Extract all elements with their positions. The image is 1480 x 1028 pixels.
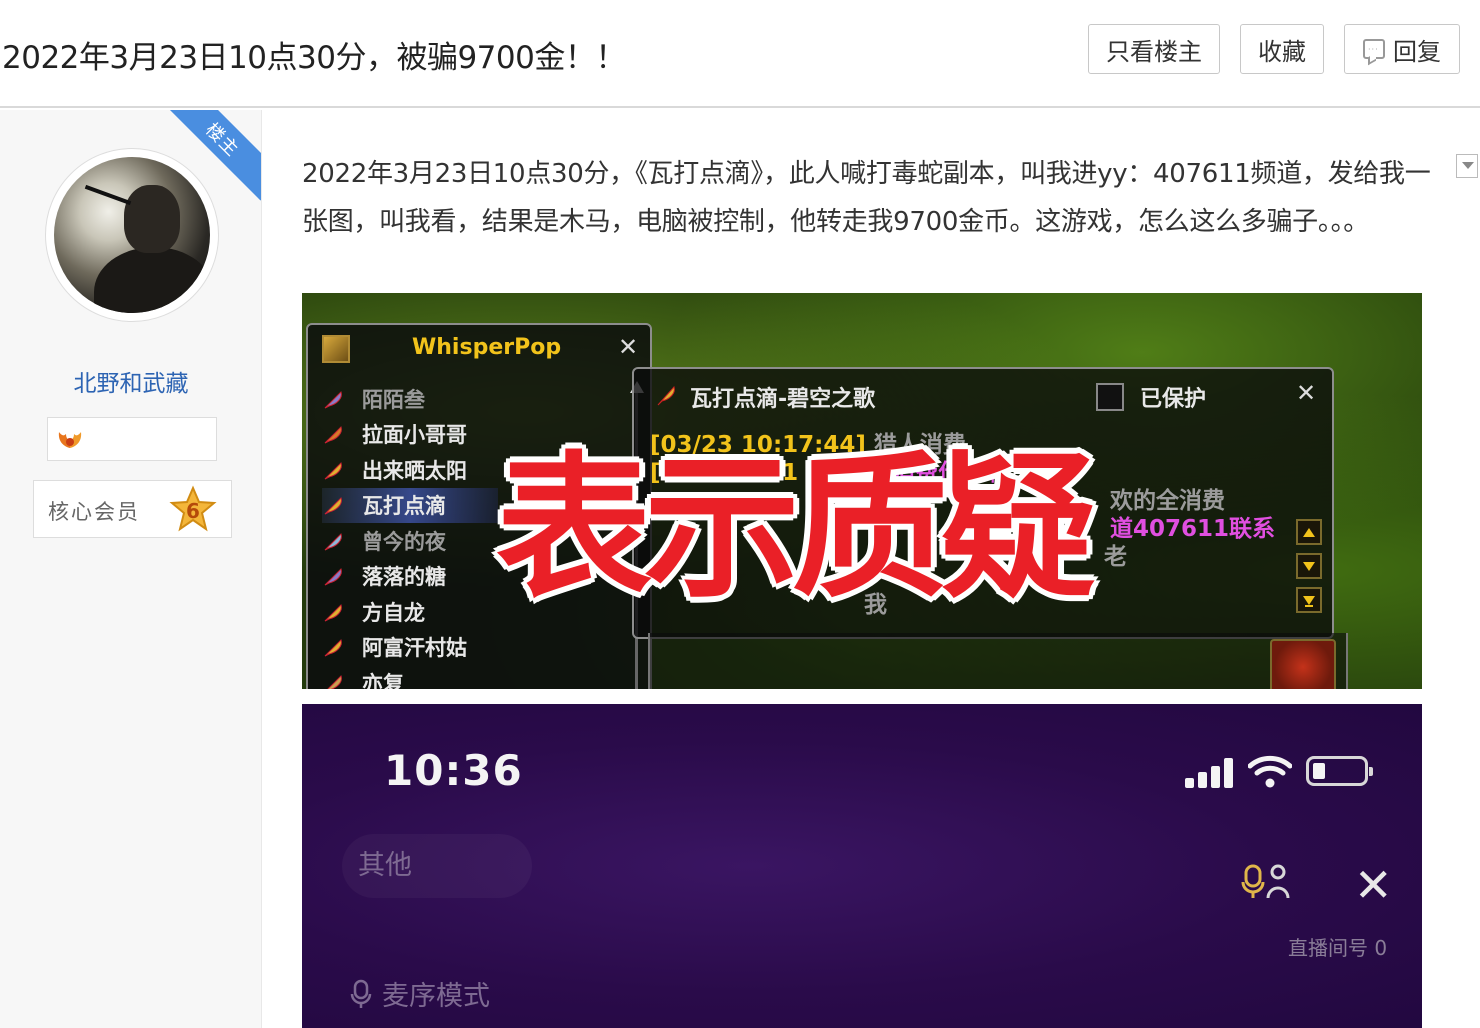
category-tag: 其他 xyxy=(342,834,532,898)
whisperpop-logo-icon xyxy=(322,335,350,363)
close-icon: ✕ xyxy=(1296,379,1316,407)
fire-wings-icon xyxy=(56,428,84,450)
protect-checkbox xyxy=(1096,383,1124,411)
reply-button-label: 回复 xyxy=(1393,32,1441,67)
level-star-icon: 6 xyxy=(168,485,218,535)
chat-message: 道407611联系 xyxy=(1110,516,1275,542)
contact-name: 瓦打点滴 xyxy=(362,490,446,520)
contact-name: 曾今的夜 xyxy=(362,526,446,556)
contact-name: 出来晒太阳 xyxy=(362,455,467,485)
post-menu-dropdown[interactable] xyxy=(1456,154,1478,178)
class-icon xyxy=(322,635,346,659)
member-level: 核心会员 6 xyxy=(33,480,232,538)
wifi-icon xyxy=(1248,754,1292,788)
room-number: 直播间号 0 xyxy=(1288,932,1387,961)
queue-mode: 麦序模式 xyxy=(350,974,490,1013)
contact-item: 陌陌叁 xyxy=(322,381,642,417)
contact-name: 亦复 xyxy=(362,668,404,689)
battery-icon xyxy=(1306,756,1368,786)
avatar[interactable] xyxy=(45,148,219,322)
feather-icon xyxy=(654,383,678,407)
signal-icon xyxy=(1185,758,1237,788)
class-icon xyxy=(322,458,346,482)
post-image-phone[interactable]: 10:36 其他 ✕ 直播间号 0 麦序模式 xyxy=(302,704,1422,1028)
contact-item: 阿富汗村姑 xyxy=(322,630,642,666)
only-op-button[interactable]: 只看楼主 xyxy=(1088,24,1220,74)
contact-name: 落落的糖 xyxy=(362,561,446,591)
op-badge-label: 楼主 xyxy=(200,116,245,161)
thread-title: 2022年3月23日10点30分，被骗9700金！！ xyxy=(2,32,626,77)
queue-mode-label: 麦序模式 xyxy=(382,974,490,1013)
contact-name: 方自龙 xyxy=(362,597,425,627)
close-icon: ✕ xyxy=(1354,858,1393,912)
thread-header: 2022年3月23日10点30分，被骗9700金！！ 只看楼主 收藏 ··· 回… xyxy=(0,0,1480,108)
mic-user-icon xyxy=(1240,862,1294,902)
reply-button[interactable]: ··· 回复 xyxy=(1344,24,1460,74)
author-name[interactable]: 北野和武藏 xyxy=(0,364,262,398)
scroll-down-icon xyxy=(1296,553,1322,579)
chat-input-panel xyxy=(648,633,1348,689)
class-icon xyxy=(322,529,346,553)
contact-name: 阿富汗村姑 xyxy=(362,632,467,662)
class-icon xyxy=(322,422,346,446)
contact-item: 瓦打点滴 xyxy=(322,488,498,524)
medal-box xyxy=(47,417,217,461)
contact-name: 拉面小哥哥 xyxy=(362,419,467,449)
author-sidebar: 楼主 北野和武藏 核心会员 6 xyxy=(0,110,262,1028)
mic-icon xyxy=(350,979,372,1009)
class-icon xyxy=(322,387,346,411)
class-icon xyxy=(322,493,346,517)
level-number: 6 xyxy=(186,499,200,523)
member-level-title: 核心会员 xyxy=(48,496,140,526)
overlay-caption: 表示质疑 xyxy=(496,450,1088,606)
phone-clock: 10:36 xyxy=(384,746,523,795)
favorite-button[interactable]: 收藏 xyxy=(1240,24,1324,74)
protect-label: 已保护 xyxy=(1140,381,1206,413)
chat-message: 老 xyxy=(1104,544,1127,570)
contact-item: 亦复 xyxy=(322,665,642,689)
close-icon: ✕ xyxy=(618,333,638,361)
class-icon xyxy=(322,671,346,689)
post-content: 2022年3月23日10点30分，《瓦打点滴》，此人喊打毒蛇副本，叫我进yy：4… xyxy=(302,150,1442,246)
class-icon xyxy=(322,600,346,624)
chat-title: 瓦打点滴-碧空之歌 xyxy=(690,381,875,413)
comment-icon: ··· xyxy=(1363,39,1385,59)
avatar-image xyxy=(54,157,210,313)
scroll-up-icon xyxy=(1296,519,1322,545)
whisperpop-title: WhisperPop xyxy=(412,335,561,360)
contact-name: 陌陌叁 xyxy=(362,384,425,414)
scroll-bottom-icon xyxy=(1296,587,1322,613)
horde-emblem-icon xyxy=(1270,639,1336,689)
chat-line: 老 xyxy=(1104,537,1127,571)
class-icon xyxy=(322,564,346,588)
chat-line: 道407611联系 xyxy=(1110,509,1275,543)
